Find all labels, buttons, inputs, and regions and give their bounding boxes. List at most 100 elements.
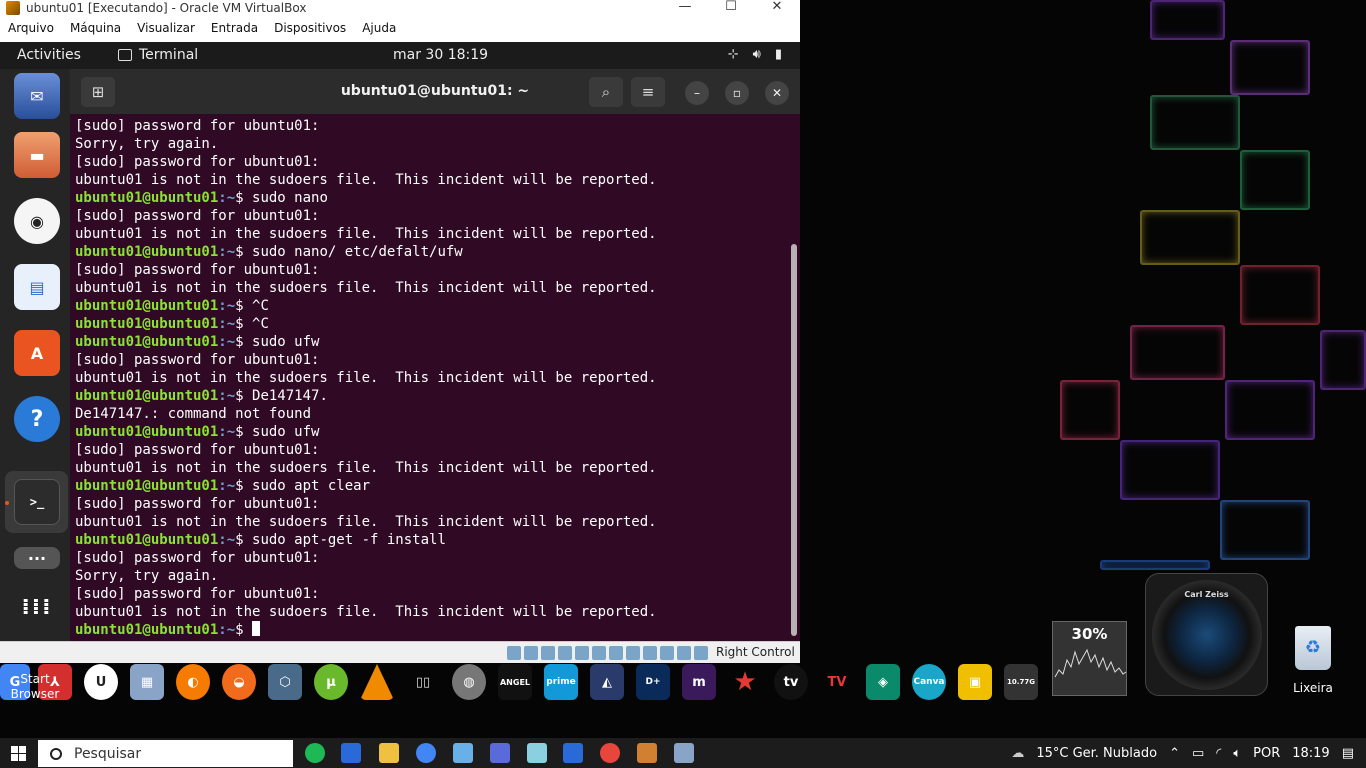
activities-button[interactable]: Activities [17,47,81,63]
chevron-up-icon[interactable]: ⌃ [1169,746,1180,761]
virtualbox-icon [6,1,20,15]
wifi-icon[interactable]: ◜ [1216,746,1221,761]
command-text: $ sudo ufw [235,424,320,440]
prompt-user: ubuntu01@ubuntu01 [75,424,219,440]
epic-icon[interactable]: ▦ [130,664,164,700]
avast-icon[interactable]: ◒ [222,664,256,700]
terminal-line: [sudo] password for ubuntu01: [75,550,320,566]
host-key-icon[interactable] [694,646,708,660]
chatgpt-taskbar-icon[interactable] [527,743,547,763]
tv-app-icon[interactable]: TV [820,664,854,700]
menu-ajuda[interactable]: Ajuda [354,21,404,35]
shared-folder-icon[interactable] [592,646,606,660]
angel-icon[interactable]: ANGEL [498,664,532,700]
search-icon [50,747,62,760]
utorrent-icon[interactable]: µ [314,664,348,700]
app-triangle-icon[interactable]: ◭ [590,664,624,700]
star-icon[interactable]: ★ [728,664,762,700]
menu-maquina[interactable]: Máquina [62,21,129,35]
spotify-taskbar-icon[interactable] [305,743,325,763]
vscode-taskbar-icon[interactable] [490,743,510,763]
terminal-maximize-button[interactable]: ▫ [725,81,749,105]
nn-taskbar-icon[interactable] [563,743,583,763]
recycle-bin[interactable]: ♻ [1290,626,1336,674]
vbox-titlebar[interactable]: ubuntu01 [Executando] - Oracle VM Virtua… [0,0,800,16]
owl-icon[interactable]: ◈ [866,664,900,700]
terminal-minimize-button[interactable]: – [685,81,709,105]
virtualbox-taskbar-icon[interactable] [637,743,657,763]
usb-icon[interactable] [575,646,589,660]
optical-icon[interactable] [524,646,538,660]
maximize-button[interactable]: ☐ [708,0,754,16]
max-icon[interactable]: m [682,664,716,700]
clock[interactable]: mar 30 18:19 [393,47,488,63]
windows-app-icon[interactable]: ▣ [958,664,992,700]
globe-icon[interactable]: ◍ [452,664,486,700]
notification-icon[interactable]: ▤ [1342,746,1354,761]
show-apps-icon[interactable]: ⁞⁞⁞ [14,584,60,630]
menu-entrada[interactable]: Entrada [203,21,266,35]
firefox-icon[interactable]: ◐ [176,664,210,700]
menu-dispositivos[interactable]: Dispositivos [266,21,354,35]
command-text: $ sudo ufw [235,334,320,350]
thunderbird-icon[interactable]: ✉ [14,73,60,119]
libreoffice-writer-icon[interactable]: ▤ [14,264,60,310]
files-icon[interactable]: ▬ [14,132,60,178]
command-text: $ [235,622,253,638]
start-browser-label[interactable]: Start Browser [0,672,70,702]
vlc-icon[interactable] [360,664,394,700]
prime-video-icon[interactable]: prime [544,664,578,700]
canva-icon[interactable]: Canva [912,664,946,700]
start-button[interactable] [0,738,36,768]
terminal-scrollbar[interactable] [791,244,797,636]
camera-lens-widget[interactable]: Carl Zeiss [1145,573,1268,696]
book-icon[interactable]: ▯▯ [406,664,440,700]
help-icon[interactable]: ? [14,396,60,442]
volume-tray-icon[interactable]: 🔈︎ [1233,746,1241,761]
minimize-button[interactable]: — [662,0,708,16]
recording-icon[interactable] [626,646,640,660]
vt-icon[interactable] [643,646,657,660]
ubisoft-icon[interactable]: U [84,664,118,700]
chrome-taskbar-icon[interactable] [416,743,436,763]
terminal-close-button[interactable]: ✕ [765,81,789,105]
language-indicator[interactable]: POR [1253,746,1280,761]
search-button[interactable]: ⌕ [589,77,623,107]
prompt-path: :~ [218,334,236,350]
menu-visualizar[interactable]: Visualizar [129,21,203,35]
battery-tray-icon[interactable]: ▭ [1192,746,1204,761]
disney-plus-icon[interactable]: D+ [636,664,670,700]
weather-text[interactable]: 15°C Ger. Nublado [1036,746,1157,761]
terminal-header: ⊞ ubuntu01@ubuntu01: ~ ⌕ ≡ – ▫ ✕ [70,69,800,114]
terminal-line: Sorry, try again. [75,136,219,152]
explorer-taskbar-icon[interactable] [379,743,399,763]
terminal-line: ubuntu01 is not in the sudoers file. Thi… [75,514,657,530]
network-adapter-icon[interactable] [558,646,572,660]
drive-icon[interactable]: ··· [14,547,60,569]
menu-arquivo[interactable]: Arquivo [0,21,62,35]
terminal-dock-icon[interactable]: >_ [14,479,60,525]
hdd-icon[interactable] [507,646,521,660]
software-center-icon[interactable]: A [14,330,60,376]
taskbar-clock[interactable]: 18:19 [1292,746,1329,761]
virtualbox-desktop-icon[interactable]: ⬡ [268,664,302,700]
system-tray[interactable]: ⊹ 🔊︎ ▮ [728,47,782,62]
taskbar-search[interactable]: Pesquisar [38,740,293,767]
menu-button[interactable]: ≡ [631,77,665,107]
tray-monitor-icon[interactable]: 10.77G [1004,664,1038,700]
mouse-integration-icon[interactable] [677,646,691,660]
store-taskbar-icon[interactable] [341,743,361,763]
chrome2-taskbar-icon[interactable] [600,743,620,763]
audio-icon[interactable] [541,646,555,660]
terminal-output[interactable]: [sudo] password for ubuntu01: Sorry, try … [75,117,788,639]
display-icon[interactable] [609,646,623,660]
notepad-taskbar-icon[interactable] [453,743,473,763]
rhythmbox-icon[interactable]: ◉ [14,198,60,244]
close-button[interactable]: ✕ [754,0,800,16]
cpu-widget[interactable]: 30% [1052,621,1127,696]
terminal-line: [sudo] password for ubuntu01: [75,586,320,602]
tv-icon[interactable]: tv [774,664,808,700]
app-menu-terminal[interactable]: Terminal [118,47,198,63]
guest-additions-icon[interactable] [660,646,674,660]
box-taskbar-icon[interactable] [674,743,694,763]
